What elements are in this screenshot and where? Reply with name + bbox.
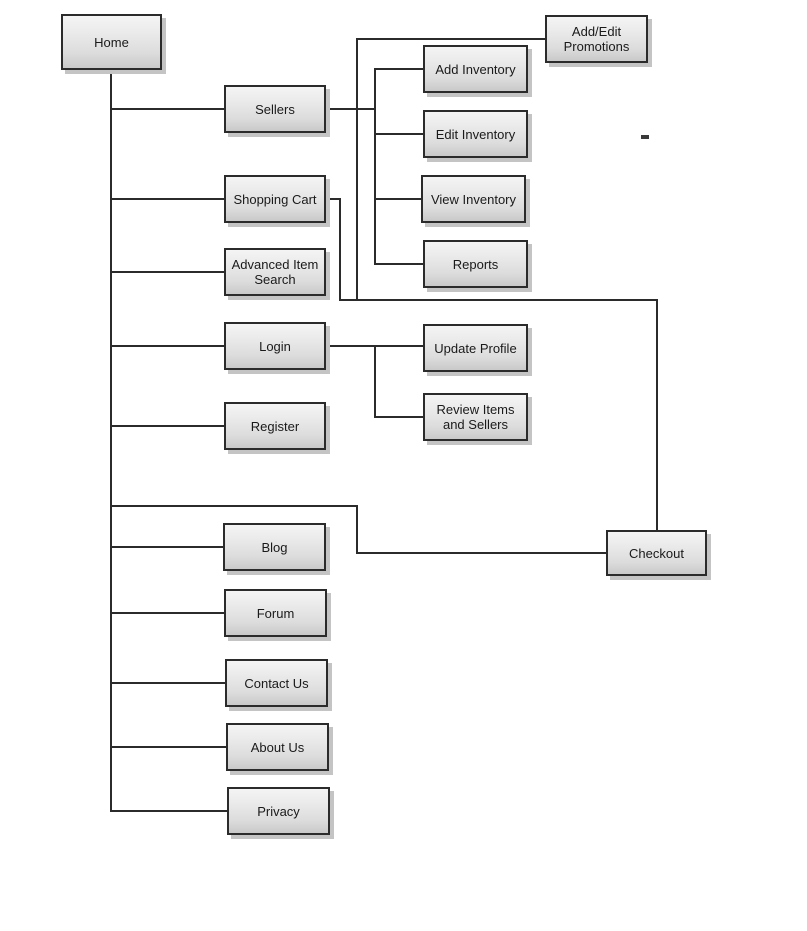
node-register[interactable]: Register (224, 402, 326, 450)
node-reports[interactable]: Reports (423, 240, 528, 288)
node-label-register: Register (250, 418, 300, 434)
node-label-blog: Blog (261, 539, 288, 555)
node-label-add-inventory: Add Inventory (435, 61, 516, 77)
node-shopping-cart[interactable]: Shopping Cart (224, 175, 326, 223)
node-label-advanced-search: Advanced Item Search (231, 257, 319, 287)
node-label-review-items: Review Items and Sellers (436, 402, 515, 432)
artifact-stray-dash (641, 135, 649, 139)
node-label-update-profile: Update Profile (434, 340, 517, 356)
node-update-profile[interactable]: Update Profile (423, 324, 528, 372)
node-advanced-search[interactable]: Advanced Item Search (224, 248, 326, 296)
node-blog[interactable]: Blog (223, 523, 326, 571)
node-label-home: Home (94, 34, 129, 50)
node-sellers[interactable]: Sellers (224, 85, 326, 133)
node-label-reports: Reports (452, 256, 499, 272)
node-label-view-inventory: View Inventory (430, 191, 517, 207)
node-label-forum: Forum (256, 605, 295, 621)
node-label-about-us: About Us (250, 739, 305, 755)
sitemap-diagram: Home Sellers Shopping Cart Advanced Item Se… (0, 0, 807, 931)
node-view-inventory[interactable]: View Inventory (421, 175, 526, 223)
node-label-checkout: Checkout (629, 545, 684, 561)
node-privacy[interactable]: Privacy (227, 787, 330, 835)
node-forum[interactable]: Forum (224, 589, 327, 637)
node-label-contact-us: Contact Us (244, 675, 309, 691)
connector-layer (110, 38, 658, 812)
node-label-edit-inventory: Edit Inventory (435, 126, 516, 142)
node-contact-us[interactable]: Contact Us (225, 659, 328, 707)
node-label-privacy: Privacy (257, 803, 300, 819)
node-login[interactable]: Login (224, 322, 326, 370)
node-add-edit-promos[interactable]: Add/Edit Promotions (545, 15, 648, 63)
node-checkout[interactable]: Checkout (606, 530, 707, 576)
node-home[interactable]: Home (61, 14, 162, 70)
node-add-inventory[interactable]: Add Inventory (423, 45, 528, 93)
node-label-shopping-cart: Shopping Cart (233, 191, 317, 207)
connector-blog-row-to-checkout (110, 505, 607, 554)
node-about-us[interactable]: About Us (226, 723, 329, 771)
node-review-items[interactable]: Review Items and Sellers (423, 393, 528, 441)
node-label-login: Login (259, 338, 291, 354)
node-edit-inventory[interactable]: Edit Inventory (423, 110, 528, 158)
node-label-add-edit-promos: Add/Edit Promotions (563, 24, 630, 54)
node-label-sellers: Sellers (255, 101, 295, 117)
